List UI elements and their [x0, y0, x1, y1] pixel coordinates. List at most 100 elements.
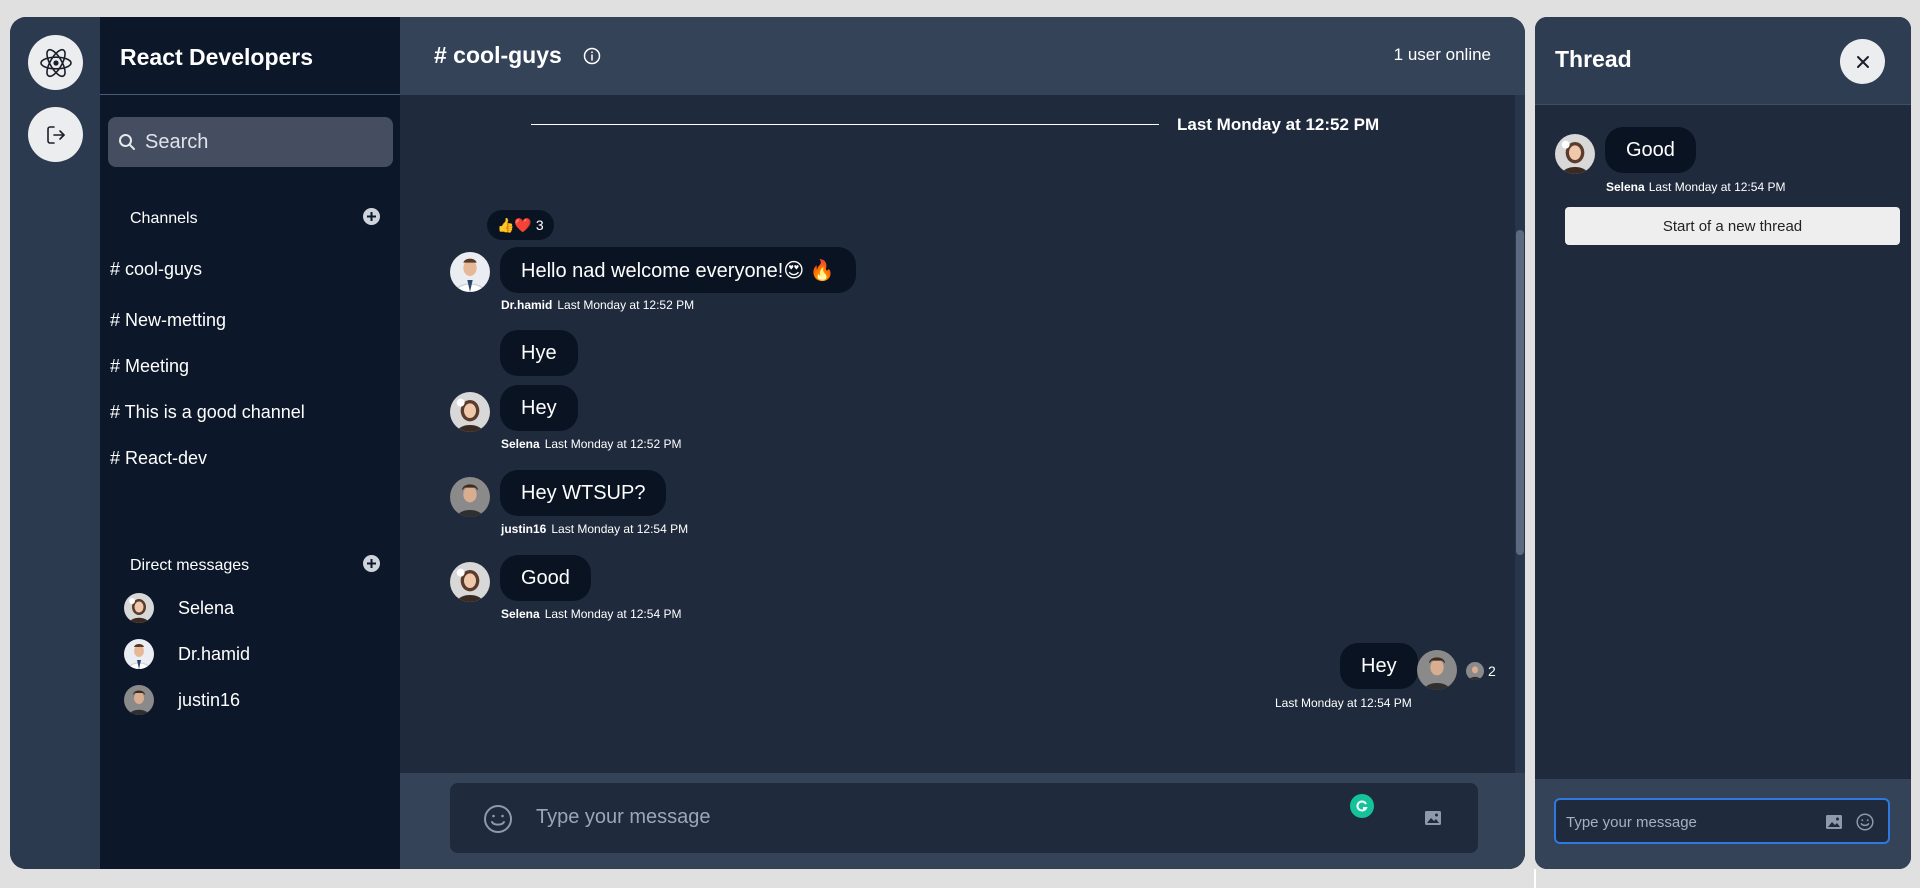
dm-item-selena[interactable]: Selena: [124, 593, 234, 623]
justin16-avatar: [124, 685, 154, 715]
image-upload-icon[interactable]: [1424, 809, 1442, 827]
smiley-icon[interactable]: [483, 804, 513, 834]
plus-icon: [367, 559, 376, 568]
message-avatar[interactable]: [450, 477, 490, 517]
thread-title: Thread: [1555, 46, 1632, 72]
add-channel-button[interactable]: [363, 208, 380, 225]
team-name: React Developers: [120, 44, 314, 70]
search-icon: [119, 134, 135, 150]
selena-avatar: [124, 593, 154, 623]
online-count: 1 user online: [1393, 45, 1491, 64]
message-time: Last Monday at 12:54 PM: [1275, 696, 1412, 710]
message-bubble[interactable]: Good: [500, 555, 591, 601]
dm-name: Selena: [178, 597, 235, 618]
drhamid-avatar: [450, 252, 490, 292]
sidebar: React Developers Search Channels # cool-…: [100, 17, 400, 869]
react-logo-button[interactable]: [28, 35, 83, 90]
channel-main: # cool-guys 1 user online Last Monday at…: [400, 17, 1525, 869]
dm-name: justin16: [178, 689, 241, 710]
message-meta: Selena Last Monday at 12:52 PM: [501, 437, 681, 451]
date-divider-line: [531, 124, 1159, 125]
thread-composer: Type your message: [1535, 779, 1911, 869]
justin16-avatar: [1417, 650, 1457, 690]
close-thread-button[interactable]: [1840, 39, 1885, 84]
message-avatar[interactable]: [450, 562, 490, 602]
search-input[interactable]: Search: [145, 131, 208, 154]
drhamid-avatar: [124, 639, 154, 669]
selena-avatar: [1555, 134, 1595, 174]
justin16-avatar: [450, 477, 490, 517]
message-bubble[interactable]: Hey WTSUP?: [500, 470, 667, 516]
thread-message-avatar[interactable]: [1555, 134, 1595, 174]
icon-rail: [10, 17, 100, 869]
grammarly-icon[interactable]: [1350, 794, 1374, 818]
dm-item-justin16[interactable]: justin16: [124, 685, 240, 715]
message-meta: justin16 Last Monday at 12:54 PM: [501, 522, 688, 536]
date-divider-label: Last Monday at 12:52 PM: [1177, 115, 1380, 134]
selena-avatar: [450, 392, 490, 432]
reaction-bar[interactable]: 👍❤️ 3: [487, 210, 554, 240]
thread-message-author: Selena: [1606, 180, 1645, 194]
thread-reply-indicator[interactable]: 2: [1466, 662, 1496, 680]
logout-button[interactable]: [28, 107, 83, 162]
message-composer: Type your message: [400, 773, 1525, 869]
thread-message-input[interactable]: Type your message: [1566, 814, 1697, 831]
scrollbar[interactable]: [1515, 95, 1525, 790]
dm-item-drhamid[interactable]: Dr.hamid: [124, 639, 250, 669]
thread-start-banner: Start of a new thread: [1565, 207, 1900, 245]
thread-message-time: Last Monday at 12:54 PM: [1648, 180, 1786, 194]
thread-panel: Thread Good Selena Last Monday at 12:54 P…: [1535, 17, 1911, 869]
composer-box[interactable]: Type your message: [450, 783, 1478, 853]
channel-title: # cool-guys: [434, 42, 562, 68]
message-meta: Dr.hamid Last Monday at 12:52 PM: [501, 298, 694, 312]
message-author: Selena: [501, 437, 540, 451]
image-upload-icon[interactable]: [1825, 813, 1843, 831]
message-bubble[interactable]: Hye: [500, 330, 578, 376]
smiley-icon[interactable]: [1856, 813, 1874, 831]
message-time: Last Monday at 12:54 PM: [544, 607, 682, 621]
message-bubble[interactable]: Hey: [500, 385, 578, 431]
thread-message-bubble[interactable]: Good: [1605, 127, 1696, 173]
thread-message-meta: Selena Last Monday at 12:54 PM: [1606, 180, 1785, 194]
divider: [1534, 869, 1536, 888]
reaction-count: 3: [535, 217, 544, 233]
message-input[interactable]: Type your message: [536, 806, 711, 829]
add-dm-button[interactable]: [363, 555, 380, 572]
message-time: Last Monday at 12:52 PM: [544, 437, 682, 451]
channel-item[interactable]: # cool-guys: [110, 259, 202, 280]
message-time: Last Monday at 12:52 PM: [557, 298, 695, 312]
channel-item[interactable]: # New-metting: [110, 310, 226, 331]
scrollbar-thumb[interactable]: [1516, 230, 1524, 555]
selena-avatar: [450, 562, 490, 602]
plus-icon: [367, 212, 376, 221]
reply-avatar: [1466, 662, 1484, 680]
message-avatar[interactable]: [1417, 650, 1457, 690]
channel-header: # cool-guys 1 user online: [400, 17, 1525, 95]
reply-count: 2: [1488, 663, 1496, 679]
divider: [100, 94, 400, 95]
direct-messages-label: Direct messages: [130, 557, 250, 574]
channel-item[interactable]: # React-dev: [110, 448, 207, 469]
channel-item[interactable]: # This is a good channel: [110, 402, 305, 423]
dm-name: Dr.hamid: [178, 643, 251, 664]
message-author: justin16: [501, 522, 547, 536]
message-avatar[interactable]: [450, 392, 490, 432]
logout-icon: [46, 125, 65, 144]
message-avatar[interactable]: [450, 252, 490, 292]
reaction-emojis[interactable]: 👍❤️: [497, 217, 532, 234]
message-meta: Last Monday at 12:54 PM: [1275, 696, 1412, 710]
message-bubble[interactable]: Hello nad welcome everyone!😍 🔥: [500, 247, 856, 293]
message-time: Last Monday at 12:54 PM: [551, 522, 689, 536]
message-bubble-own[interactable]: Hey: [1340, 643, 1418, 689]
thread-header: Thread: [1535, 17, 1911, 105]
channel-item[interactable]: # Meeting: [110, 356, 189, 377]
close-icon: [1856, 55, 1869, 68]
search-box[interactable]: Search: [108, 117, 393, 167]
info-icon[interactable]: [583, 47, 601, 65]
channels-label: Channels: [130, 210, 198, 227]
message-author: Selena: [501, 607, 540, 621]
thread-input-box[interactable]: Type your message: [1554, 798, 1890, 844]
message-meta: Selena Last Monday at 12:54 PM: [501, 607, 681, 621]
chat-app-window: React Developers Search Channels # cool-…: [10, 17, 1525, 869]
message-author: Dr.hamid: [501, 298, 553, 312]
